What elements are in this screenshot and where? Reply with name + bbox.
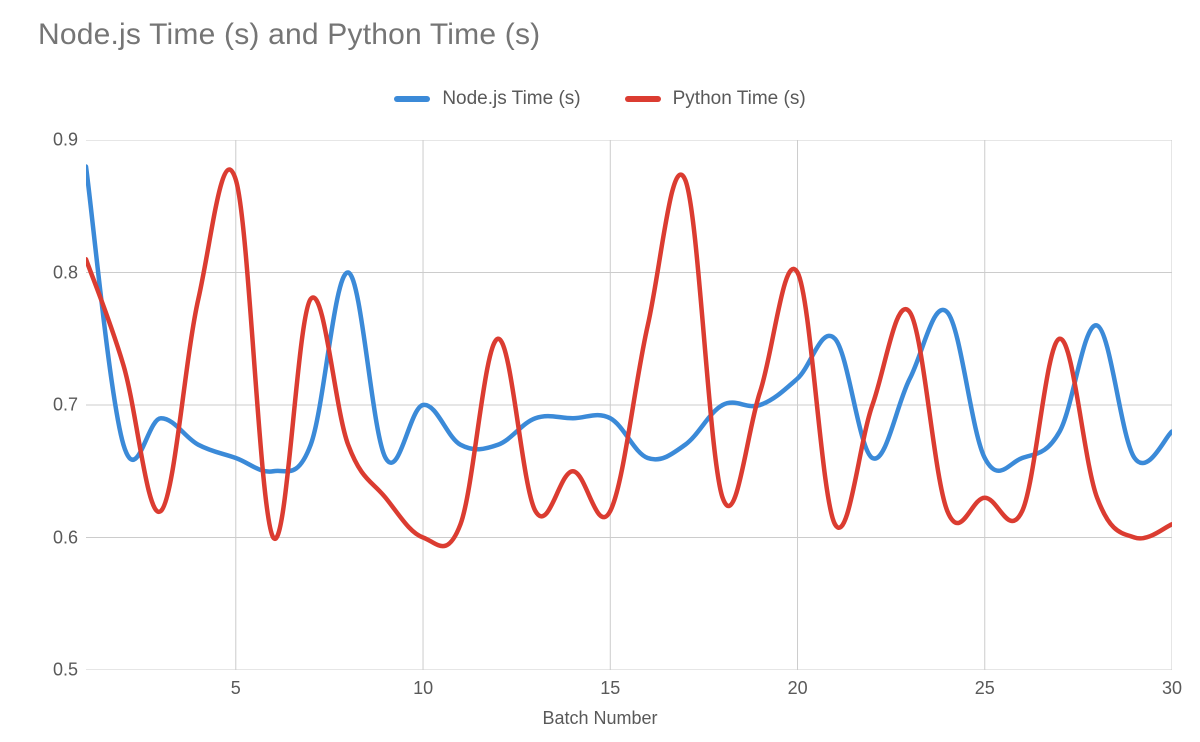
legend-item-nodejs: Node.js Time (s) xyxy=(394,88,580,110)
xtick-25: 25 xyxy=(975,678,995,699)
xtick-5: 5 xyxy=(231,678,241,699)
x-axis-label: Batch Number xyxy=(0,708,1200,729)
legend-swatch-nodejs xyxy=(394,96,430,102)
legend: Node.js Time (s) Python Time (s) xyxy=(0,88,1200,110)
chart-title: Node.js Time (s) and Python Time (s) xyxy=(38,18,540,52)
legend-swatch-python xyxy=(625,96,661,102)
chart-container: Node.js Time (s) and Python Time (s) Nod… xyxy=(0,0,1200,742)
legend-item-python: Python Time (s) xyxy=(625,88,806,110)
xtick-10: 10 xyxy=(413,678,433,699)
ytick-0.6: 0.6 xyxy=(18,527,78,548)
series-line-1 xyxy=(86,170,1172,547)
series-group xyxy=(86,167,1172,547)
ytick-0.5: 0.5 xyxy=(18,660,78,681)
ytick-0.9: 0.9 xyxy=(18,130,78,151)
ytick-0.8: 0.8 xyxy=(18,262,78,283)
xtick-30: 30 xyxy=(1162,678,1182,699)
plot-area xyxy=(86,140,1172,670)
xtick-15: 15 xyxy=(600,678,620,699)
ytick-0.7: 0.7 xyxy=(18,395,78,416)
legend-label-python: Python Time (s) xyxy=(673,88,806,110)
legend-label-nodejs: Node.js Time (s) xyxy=(442,88,580,110)
xtick-20: 20 xyxy=(788,678,808,699)
gridlines xyxy=(86,140,1172,670)
